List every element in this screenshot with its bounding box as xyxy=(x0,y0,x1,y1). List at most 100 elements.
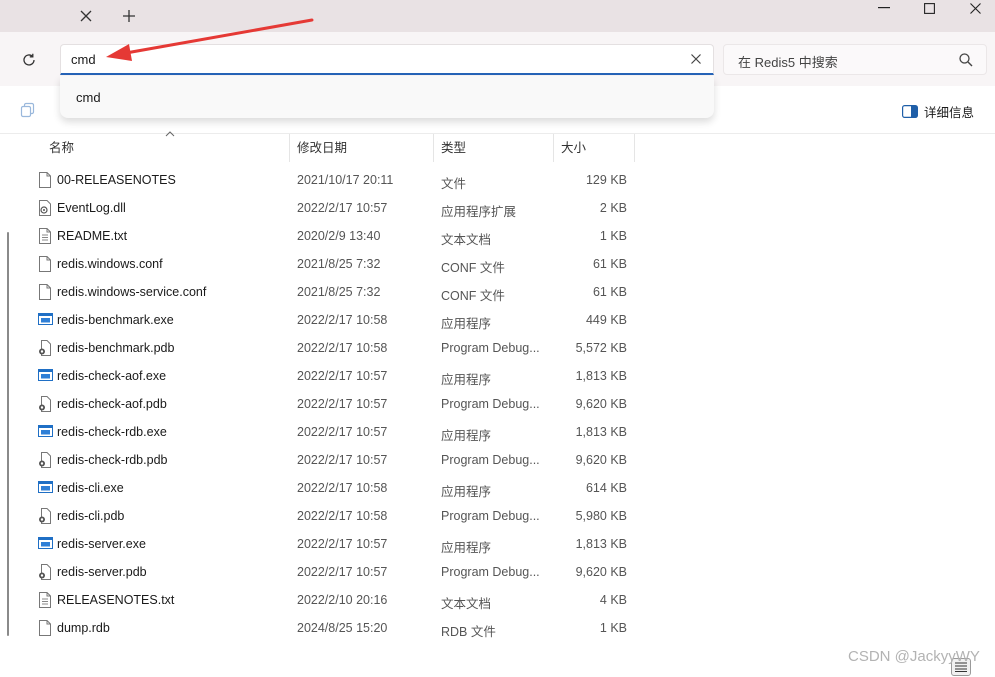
file-name: dump.rdb xyxy=(57,621,110,635)
exe-icon xyxy=(38,312,53,328)
pdb-icon xyxy=(38,396,52,412)
file-name: redis-server.pdb xyxy=(57,565,147,579)
details-pane-icon xyxy=(902,104,918,118)
search-placeholder: 在 Redis5 中搜索 xyxy=(738,55,838,70)
column-type[interactable]: 类型 xyxy=(441,134,466,162)
file-row[interactable]: redis-server.pdb 2022/2/17 10:57 Program D… xyxy=(18,558,995,586)
search-icon[interactable] xyxy=(958,52,974,68)
refresh-icon[interactable] xyxy=(18,49,40,71)
details-pane-button[interactable]: 详细信息 xyxy=(902,102,974,120)
file-name: redis-benchmark.pdb xyxy=(57,341,175,355)
close-tab-icon[interactable] xyxy=(76,6,96,26)
file-row[interactable]: redis-benchmark.exe 2022/2/17 10:58 应用程序 44… xyxy=(18,306,995,334)
file-date: 2022/2/10 20:16 xyxy=(297,593,388,607)
copy-icon[interactable] xyxy=(19,101,37,119)
file-icon xyxy=(38,620,52,636)
file-row[interactable]: redis-check-aof.exe 2022/2/17 10:57 应用程序 1,… xyxy=(18,362,995,390)
watermark: CSDN @JackyyWY xyxy=(848,648,980,665)
file-row[interactable]: redis.windows-service.conf 2021/8/25 7:32… xyxy=(18,278,995,306)
file-name: redis-cli.pdb xyxy=(57,509,125,523)
pdb-icon xyxy=(38,564,52,580)
column-divider[interactable] xyxy=(553,134,554,162)
clear-icon[interactable] xyxy=(688,51,704,67)
address-input[interactable]: cmd xyxy=(60,44,714,75)
file-date: 2022/2/17 10:58 xyxy=(297,341,388,355)
file-type: CONF 文件 xyxy=(441,289,505,303)
exe-icon xyxy=(38,368,53,384)
file-row[interactable]: 00-RELEASENOTES 2021/10/17 20:11 文件 129 KB xyxy=(18,166,995,194)
minimize-button[interactable] xyxy=(864,0,904,16)
file-icon xyxy=(38,284,52,300)
file-row[interactable]: redis-check-rdb.exe 2022/2/17 10:57 应用程序 1,… xyxy=(18,418,995,446)
file-size: 129 KB xyxy=(585,173,627,187)
new-tab-button[interactable] xyxy=(119,6,139,26)
pdb-icon xyxy=(38,452,52,468)
tab-bar xyxy=(0,0,995,32)
file-name: redis.windows-service.conf xyxy=(57,285,207,299)
file-name: 00-RELEASENOTES xyxy=(57,173,176,187)
address-suggestion-list: cmd xyxy=(60,76,714,118)
nav-scrollbar[interactable] xyxy=(7,232,9,636)
column-date[interactable]: 修改日期 xyxy=(297,134,347,162)
file-type: 应用程序扩展 xyxy=(441,205,517,219)
file-name: redis-check-rdb.exe xyxy=(57,425,167,439)
maximize-button[interactable] xyxy=(909,0,949,16)
file-row[interactable]: redis-check-rdb.pdb 2022/2/17 10:57 Progra… xyxy=(18,446,995,474)
file-date: 2022/2/17 10:58 xyxy=(297,509,388,523)
file-date: 2022/2/17 10:57 xyxy=(297,369,388,383)
file-row[interactable]: redis-cli.exe 2022/2/17 10:58 应用程序 614 KB xyxy=(18,474,995,502)
file-row[interactable]: redis-check-aof.pdb 2022/2/17 10:57 Progra… xyxy=(18,390,995,418)
file-size: 5,980 KB xyxy=(575,509,627,523)
column-header-row: 名称 修改日期 类型 大小 xyxy=(18,131,995,162)
sort-ascending-icon xyxy=(165,131,175,137)
exe-icon xyxy=(38,424,53,440)
file-row[interactable]: RELEASENOTES.txt 2022/2/10 20:16 文本文档 4 KB xyxy=(18,586,995,614)
file-date: 2021/10/17 20:11 xyxy=(297,173,394,187)
file-date: 2021/8/25 7:32 xyxy=(297,285,381,299)
file-row[interactable]: EventLog.dll 2022/2/17 10:57 应用程序扩展 2 KB xyxy=(18,194,995,222)
pdb-icon xyxy=(38,340,52,356)
file-size: 1,813 KB xyxy=(575,537,627,551)
file-name: EventLog.dll xyxy=(57,201,126,215)
file-size: 9,620 KB xyxy=(575,453,627,467)
file-date: 2022/2/17 10:57 xyxy=(297,397,388,411)
column-size[interactable]: 大小 xyxy=(561,134,586,162)
file-size: 1 KB xyxy=(599,229,627,243)
file-row[interactable]: README.txt 2020/2/9 13:40 文本文档 1 KB xyxy=(18,222,995,250)
file-row[interactable]: redis.windows.conf 2021/8/25 7:32 CONF 文件 6… xyxy=(18,250,995,278)
column-divider[interactable] xyxy=(289,134,290,162)
file-type: 文本文档 xyxy=(441,233,492,247)
file-size: 9,620 KB xyxy=(575,397,627,411)
address-suggestion-item[interactable]: cmd xyxy=(76,90,101,105)
file-name: RELEASENOTES.txt xyxy=(57,593,175,607)
file-type: 应用程序 xyxy=(441,429,492,443)
dll-icon xyxy=(38,200,52,216)
file-size: 449 KB xyxy=(585,313,627,327)
navigation-pane-edge xyxy=(0,134,18,656)
search-input[interactable]: 在 Redis5 中搜索 xyxy=(723,44,987,75)
file-date: 2022/2/17 10:58 xyxy=(297,313,388,327)
column-divider[interactable] xyxy=(634,134,635,162)
file-type: 应用程序 xyxy=(441,373,492,387)
file-size: 1,813 KB xyxy=(575,425,627,439)
file-date: 2022/2/17 10:57 xyxy=(297,453,388,467)
file-date: 2022/2/17 10:57 xyxy=(297,425,388,439)
close-window-button[interactable] xyxy=(955,0,995,16)
file-type: 应用程序 xyxy=(441,317,492,331)
file-date: 2022/2/17 10:57 xyxy=(297,537,388,551)
column-name[interactable]: 名称 xyxy=(49,134,74,162)
file-row[interactable]: redis-benchmark.pdb 2022/2/17 10:58 Progra… xyxy=(18,334,995,362)
file-size: 4 KB xyxy=(599,593,627,607)
file-type: 文件 xyxy=(441,177,467,191)
file-name: README.txt xyxy=(57,229,128,243)
exe-icon xyxy=(38,480,53,496)
file-row[interactable]: redis-server.exe 2022/2/17 10:57 应用程序 1,813… xyxy=(18,530,995,558)
file-size: 2 KB xyxy=(599,201,627,215)
file-type: CONF 文件 xyxy=(441,261,505,275)
column-divider[interactable] xyxy=(433,134,434,162)
file-row[interactable]: redis-cli.pdb 2022/2/17 10:58 Program Debu… xyxy=(18,502,995,530)
file-row[interactable]: dump.rdb 2024/8/25 15:20 RDB 文件 1 KB xyxy=(18,614,995,642)
file-date: 2022/2/17 10:57 xyxy=(297,201,388,215)
text-file-icon xyxy=(38,592,52,608)
file-name: redis-check-aof.exe xyxy=(57,369,167,383)
